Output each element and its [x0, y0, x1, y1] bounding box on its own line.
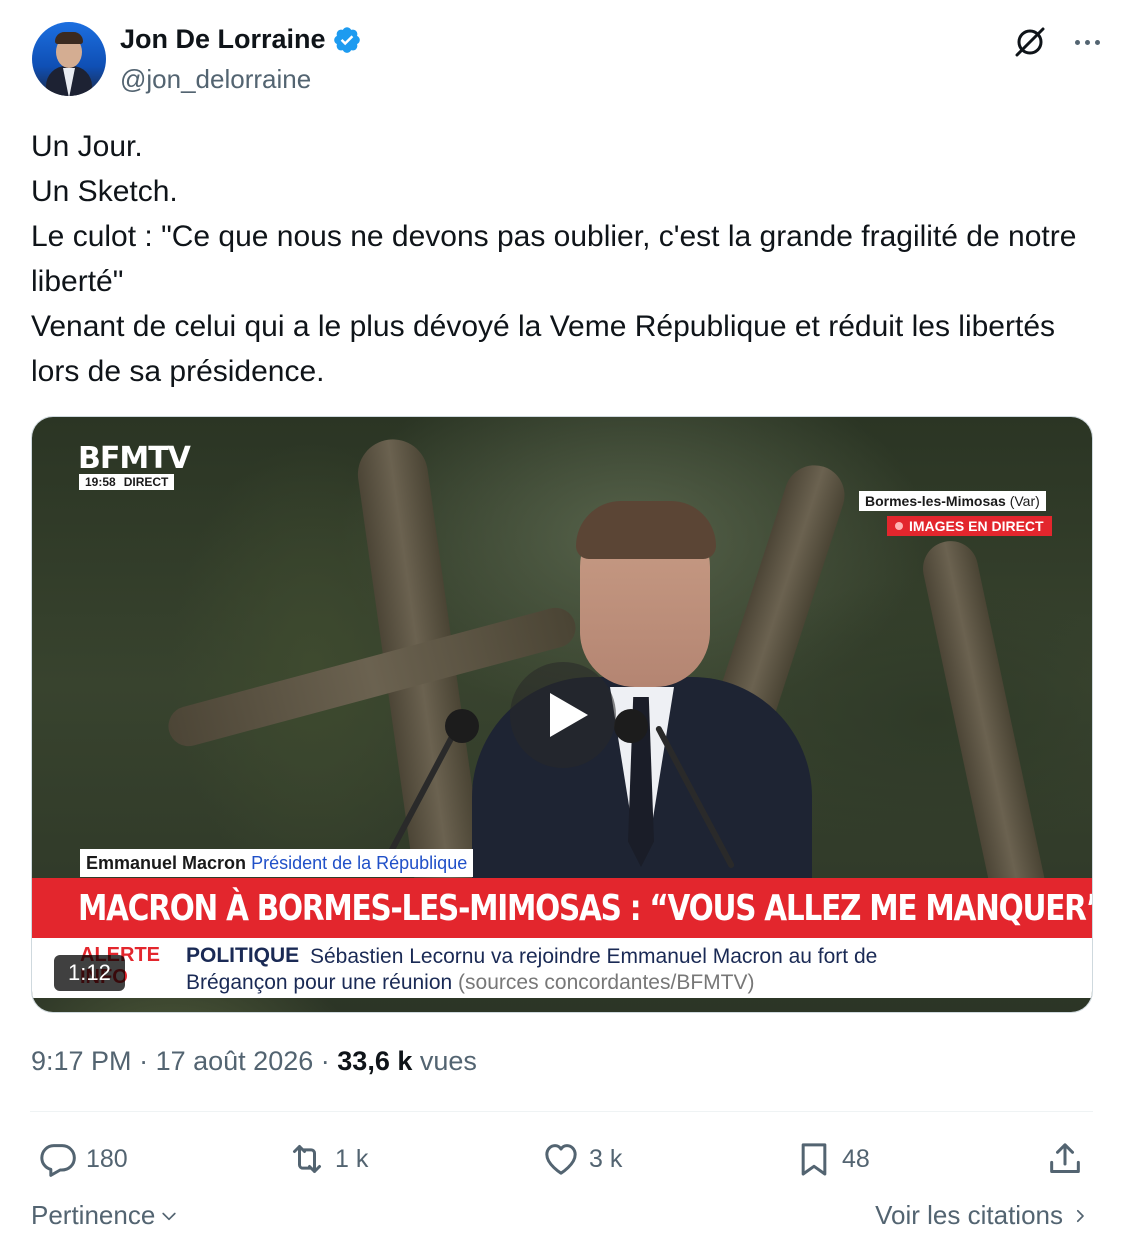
bfmtv-logo: BFMTV [78, 441, 191, 476]
like-count: 3 k [589, 1144, 623, 1173]
reply-icon [40, 1144, 76, 1177]
ticker-source: (sources concordantes/BFMTV) [458, 971, 755, 994]
speaker-role: Président de la République [251, 853, 468, 873]
heart-icon [545, 1144, 577, 1175]
tweet-time[interactable]: 9:17 PM [31, 1046, 132, 1076]
tweet-date[interactable]: 17 août 2026 [156, 1046, 314, 1076]
chevron-right-icon [1076, 1209, 1084, 1222]
video-headline-text: MACRON À BORMES-LES-MIMOSAS : “VOUS ALLE… [78, 887, 1093, 929]
bookmark-count: 48 [842, 1144, 870, 1173]
share-icon [1050, 1143, 1080, 1173]
live-badge: IMAGES EN DIRECT [887, 516, 1052, 536]
video-duration: 1:12 [54, 955, 125, 991]
speaker-name: Emmanuel Macron [86, 853, 247, 873]
sort-label: Pertinence [31, 1200, 156, 1230]
news-ticker: ALERTE INFO POLITIQUE Sébastien Lecornu … [32, 938, 1092, 998]
author-name-row[interactable]: Jon De Lorraine [120, 24, 362, 55]
meta-separator: · [320, 1046, 330, 1076]
location-name: Bormes-les-Mimosas [865, 493, 1006, 509]
reply-count: 180 [86, 1144, 128, 1173]
avatar[interactable] [32, 22, 106, 96]
views-count: 33,6 k [337, 1046, 413, 1076]
view-quotes-link[interactable]: Voir les citations [875, 1200, 1089, 1231]
bookmark-button[interactable]: 48 [794, 1132, 870, 1186]
tweet-meta: 9:17 PM · 17 août 2026 · 33,6 k vues [31, 1046, 477, 1077]
tweet-header: Jon De Lorraine @jon_delorraine [32, 22, 1100, 102]
like-button[interactable]: 3 k [541, 1132, 622, 1186]
display-name[interactable]: Jon De Lorraine [120, 24, 326, 55]
ticker-text: Sébastien Lecornu va rejoindre Emmanuel … [186, 944, 946, 996]
video-headline: MACRON À BORMES-LES-MIMOSAS : “VOUS ALLE… [32, 878, 1093, 938]
quotes-label: Voir les citations [875, 1200, 1063, 1230]
meta-separator: · [139, 1046, 149, 1076]
repost-button[interactable]: 1 k [287, 1132, 368, 1186]
sort-dropdown[interactable]: Pertinence [31, 1200, 179, 1231]
tweet-text: Un Jour. Un Sketch. Le culot : "Ce que n… [31, 130, 1077, 388]
verified-badge-icon [333, 26, 360, 53]
video-player[interactable]: BFMTV 19:58 DIRECT Bormes-les-Mimosas (V… [31, 416, 1093, 1013]
views-label: vues [419, 1046, 477, 1076]
chevron-down-icon [162, 1212, 176, 1220]
more-icon[interactable] [1067, 24, 1107, 60]
broadcast-clock: 19:58 [85, 475, 116, 489]
play-button[interactable] [510, 662, 616, 768]
live-dot-icon [895, 522, 903, 530]
author-handle[interactable]: @jon_delorraine [120, 64, 311, 95]
location-suffix: (Var) [1009, 493, 1040, 509]
broadcast-direct: DIRECT [123, 475, 169, 489]
divider [30, 1111, 1093, 1112]
repost-icon [293, 1145, 321, 1173]
live-label: IMAGES EN DIRECT [909, 518, 1044, 534]
action-bar: 180 1 k 3 k 48 [0, 1132, 1123, 1186]
broadcast-time: 19:58 DIRECT [79, 474, 175, 490]
bookmark-icon [801, 1143, 827, 1176]
speaker-nameplate: Emmanuel Macron Président de la Républiq… [80, 849, 474, 877]
share-button[interactable] [1045, 1132, 1085, 1186]
grok-icon[interactable] [1012, 24, 1048, 60]
repost-count: 1 k [335, 1144, 369, 1173]
reply-button[interactable]: 180 [38, 1132, 128, 1186]
location-label: Bormes-les-Mimosas (Var) [859, 491, 1046, 511]
